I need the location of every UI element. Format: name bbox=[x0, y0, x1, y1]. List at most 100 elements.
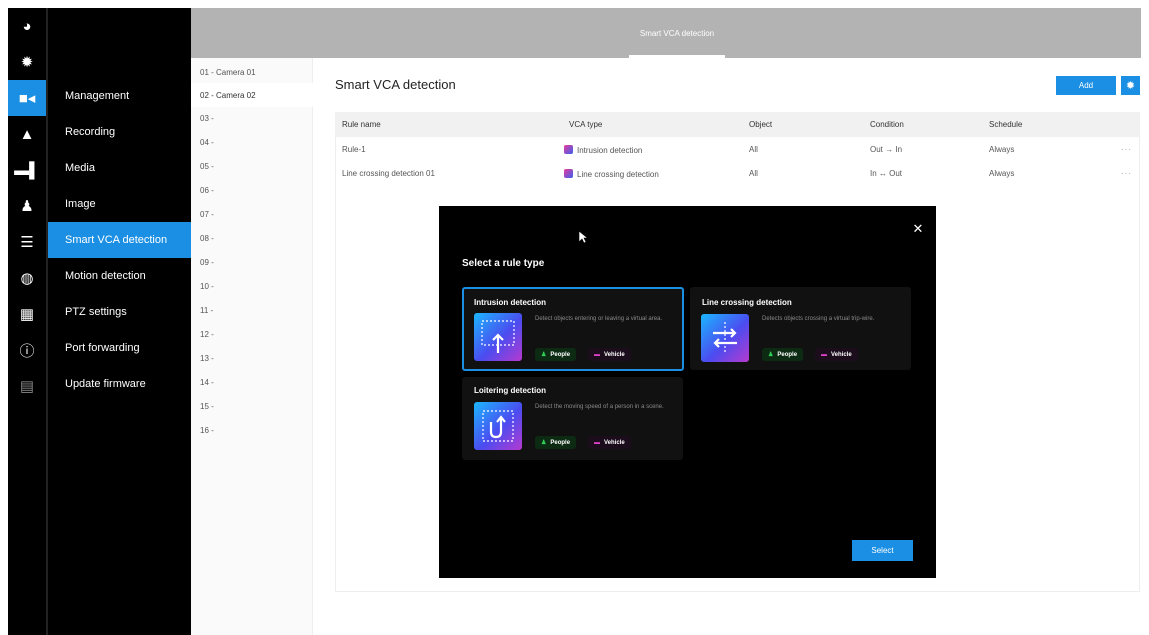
intrusion-thumbnail-icon bbox=[474, 313, 522, 361]
camera-item[interactable]: 15 - bbox=[191, 394, 313, 418]
column-header[interactable]: VCA type bbox=[569, 120, 602, 129]
select-button[interactable]: Select bbox=[852, 540, 913, 561]
camera-item[interactable]: 04 - bbox=[191, 130, 313, 154]
grid-icon[interactable]: ▦ bbox=[8, 296, 46, 332]
vca-type: Intrusion detection bbox=[564, 145, 642, 155]
more-options-icon[interactable]: ··· bbox=[1121, 145, 1132, 154]
camera-icon[interactable]: ■◂ bbox=[8, 80, 46, 116]
rule-name: Rule-1 bbox=[342, 145, 366, 154]
schedule: Always bbox=[989, 145, 1015, 154]
nav-label: Port forwarding bbox=[65, 342, 140, 354]
nav-item-management[interactable]: Management bbox=[48, 78, 191, 114]
tag-label: Vehicle bbox=[831, 351, 852, 358]
globe-icon[interactable]: ◍ bbox=[8, 260, 46, 296]
tag-label: Vehicle bbox=[604, 439, 625, 446]
vehicle-tag: ▬ Vehicle bbox=[588, 348, 631, 361]
nav-item-ptz-settings[interactable]: PTZ settings bbox=[48, 294, 191, 330]
eye-icon[interactable]: ◕ bbox=[8, 8, 46, 44]
camera-item[interactable]: 14 - bbox=[191, 370, 313, 394]
vehicle-icon: ▬ bbox=[594, 439, 600, 446]
gear-icon: ✹ bbox=[1125, 80, 1136, 92]
nav-item-recording[interactable]: Recording bbox=[48, 114, 191, 150]
nav-item-motion-detection[interactable]: Motion detection bbox=[48, 258, 191, 294]
card-title: Intrusion detection bbox=[474, 298, 546, 307]
camera-item[interactable]: 05 - bbox=[191, 154, 313, 178]
vehicle-tag: ▬ Vehicle bbox=[815, 348, 858, 361]
nav-label: Image bbox=[65, 198, 96, 210]
vca-type-label: Line crossing detection bbox=[577, 170, 659, 179]
icon-rail: ◕ ✹ ■◂ ▲ ▬▌ ♟ ☰ ◍ ▦ ⓘ ▤ bbox=[8, 8, 46, 635]
card-description: Detects objects crossing a virtual trip-… bbox=[762, 316, 875, 322]
nav-item-update-firmware[interactable]: Update firmware bbox=[48, 366, 191, 402]
camera-list: 01 - Camera 01 02 - Camera 02 03 - 04 - … bbox=[191, 58, 313, 635]
camera-item[interactable]: 07 - bbox=[191, 202, 313, 226]
card-description: Detect objects entering or leaving a vir… bbox=[535, 316, 663, 322]
camera-item[interactable]: 03 - bbox=[191, 106, 313, 130]
user-icon[interactable]: ♟ bbox=[8, 188, 46, 224]
settings-nav: Management Recording Media Image Smart V… bbox=[48, 8, 191, 635]
object: All bbox=[749, 145, 758, 154]
nav-label: Management bbox=[65, 90, 130, 102]
condition: Out → In bbox=[870, 145, 903, 154]
nav-item-port-forwarding[interactable]: Port forwarding bbox=[48, 330, 191, 366]
column-header[interactable]: Object bbox=[749, 120, 772, 129]
object: All bbox=[749, 169, 758, 178]
database-icon[interactable]: ☰ bbox=[8, 224, 46, 260]
camera-item[interactable]: 02 - Camera 02 bbox=[191, 83, 313, 107]
tag-label: People bbox=[550, 439, 571, 446]
column-header[interactable]: Condition bbox=[870, 120, 904, 129]
nav-label: PTZ settings bbox=[65, 306, 127, 318]
camera-item[interactable]: 09 - bbox=[191, 250, 313, 274]
page-title: Smart VCA detection bbox=[335, 77, 456, 92]
card-title: Line crossing detection bbox=[702, 298, 792, 307]
add-rule-button[interactable]: Add bbox=[1056, 76, 1116, 95]
table-row[interactable]: Rule-1 Intrusion detection All Out → In … bbox=[335, 137, 1140, 161]
people-tag: ♟ People bbox=[535, 436, 577, 449]
nav-item-image[interactable]: Image bbox=[48, 186, 191, 222]
tag-label: People bbox=[777, 351, 798, 358]
camera-item[interactable]: 13 - bbox=[191, 346, 313, 370]
vca-type-label: Intrusion detection bbox=[577, 146, 643, 155]
tab-smart-vca-detection[interactable]: Smart VCA detection bbox=[629, 8, 725, 58]
vehicle-icon: ▬ bbox=[821, 351, 827, 358]
column-header[interactable]: Rule name bbox=[342, 120, 381, 129]
vca-type: Line crossing detection bbox=[564, 169, 659, 179]
vehicle-icon: ▬ bbox=[594, 351, 600, 358]
camera-item[interactable]: 11 - bbox=[191, 298, 313, 322]
nav-item-smart-vca[interactable]: Smart VCA detection bbox=[48, 222, 191, 258]
camera-item[interactable]: 08 - bbox=[191, 226, 313, 250]
nav-label: Recording bbox=[65, 126, 116, 138]
monitor-icon[interactable]: ▬▌ bbox=[8, 152, 46, 188]
close-icon[interactable]: ✕ bbox=[911, 221, 925, 236]
card-description: Detect the moving speed of a person in a… bbox=[535, 404, 664, 410]
rule-name: Line crossing detection 01 bbox=[342, 169, 435, 178]
network-icon[interactable]: ▤ bbox=[8, 368, 46, 404]
nav-label: Media bbox=[65, 162, 95, 174]
person-icon: ♟ bbox=[768, 352, 774, 358]
person-icon: ♟ bbox=[541, 440, 547, 446]
table-header: Rule name VCA type Object Condition Sche… bbox=[335, 112, 1140, 137]
more-options-icon[interactable]: ··· bbox=[1121, 169, 1132, 178]
camera-item[interactable]: 16 - bbox=[191, 418, 313, 442]
schedule: Always bbox=[989, 169, 1015, 178]
mouse-cursor-icon bbox=[578, 230, 588, 244]
camera-item[interactable]: 01 - Camera 01 bbox=[191, 60, 313, 84]
nav-label: Motion detection bbox=[65, 270, 146, 282]
nav-label: Smart VCA detection bbox=[65, 234, 168, 246]
camera-item[interactable]: 12 - bbox=[191, 322, 313, 346]
column-header[interactable]: Schedule bbox=[989, 120, 1022, 129]
settings-gear-button[interactable]: ✹ bbox=[1121, 76, 1140, 95]
tag-label: Vehicle bbox=[604, 351, 625, 358]
camera-item[interactable]: 06 - bbox=[191, 178, 313, 202]
camera-item[interactable]: 10 - bbox=[191, 274, 313, 298]
nav-item-media[interactable]: Media bbox=[48, 150, 191, 186]
dialog-title: Select a rule type bbox=[462, 258, 545, 269]
people-tag: ♟ People bbox=[762, 348, 804, 361]
bell-icon[interactable]: ▲ bbox=[8, 116, 46, 152]
tag-label: People bbox=[550, 351, 571, 358]
table-row[interactable]: Line crossing detection 01 Line crossing… bbox=[335, 161, 1140, 185]
nav-label: Update firmware bbox=[65, 378, 146, 390]
loitering-thumbnail-icon bbox=[474, 402, 522, 450]
gear-icon[interactable]: ✹ bbox=[8, 44, 46, 80]
info-icon[interactable]: ⓘ bbox=[8, 332, 46, 368]
